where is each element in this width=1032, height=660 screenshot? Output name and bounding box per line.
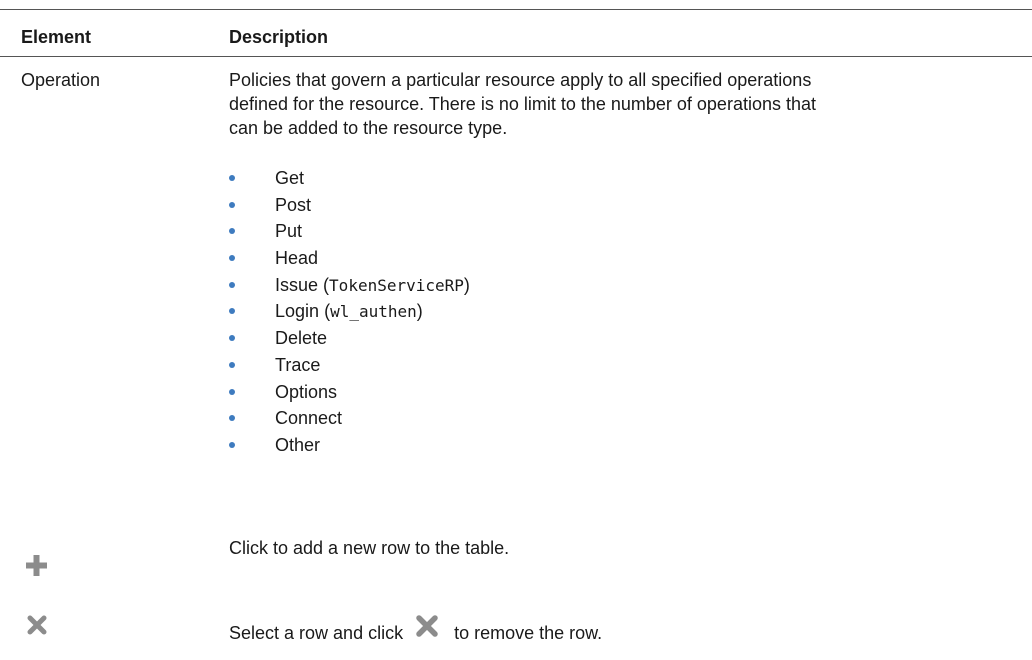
bullet-icon [229, 308, 235, 315]
operation-description-line: defined for the resource. There is no li… [229, 94, 816, 114]
list-item-head: Head [229, 246, 470, 273]
table-top-rule [0, 9, 1032, 10]
operation-label: Options [275, 381, 338, 402]
operation-description-line: can be added to the resource type. [229, 118, 508, 138]
table-header-rule [0, 56, 1032, 57]
bullet-icon [229, 388, 235, 395]
list-item-connect: Connect [229, 406, 470, 433]
operation-label: Get [275, 168, 305, 188]
add-row-description: Click to add a new row to the table. [229, 538, 510, 558]
operation-label: Head [275, 248, 319, 269]
header-element: Element [21, 27, 92, 47]
operation-label: Other [275, 434, 321, 455]
operation-code-wrap: (wl_authen) [324, 301, 423, 322]
list-item-put: Put [229, 219, 470, 246]
bullet-icon [229, 255, 235, 262]
x-icon [416, 615, 438, 637]
bullet-icon [229, 361, 235, 368]
operation-label: Issue [275, 274, 319, 295]
list-item-login: Login (wl_authen) [229, 299, 470, 326]
operation-code: wl_authen [330, 302, 417, 322]
operation-code-wrap: (TokenServiceRP) [323, 274, 470, 295]
bullet-icon [229, 201, 235, 208]
list-item-issue: Issue (TokenServiceRP) [229, 273, 470, 300]
remove-text-after: to remove the row. [454, 623, 603, 643]
list-item-get: Get [229, 166, 470, 193]
operation-label: Trace [275, 354, 321, 375]
operation-label: Login [275, 301, 320, 322]
bullet-icon [229, 175, 235, 181]
list-item-trace: Trace [229, 353, 470, 380]
bullet-icon [229, 415, 235, 422]
list-item-post: Post [229, 193, 470, 220]
bullet-icon [229, 441, 235, 448]
bullet-icon [229, 335, 235, 342]
bullet-icon [229, 281, 235, 288]
operation-description: Policies that govern a particular resour… [229, 68, 1019, 140]
operation-label: Delete [275, 328, 328, 349]
remove-row-description: Select a row and click to remove the row… [229, 605, 602, 645]
remove-text-before: Select a row and click [229, 623, 404, 643]
operation-element-label: Operation [21, 70, 101, 90]
header-description: Description [229, 27, 329, 47]
x-icon [27, 615, 47, 635]
operation-code: TokenServiceRP [329, 275, 464, 295]
bullet-icon [229, 228, 235, 235]
operation-label: Put [275, 221, 303, 242]
operation-label: Connect [275, 408, 343, 429]
list-item-other: Other [229, 433, 470, 460]
plus-icon [26, 555, 47, 576]
operations-list: Get Post Put Head Issue (TokenServiceRP)… [229, 166, 470, 460]
list-item-options: Options [229, 380, 470, 407]
operation-description-line: Policies that govern a particular resour… [229, 70, 812, 90]
operation-label: Post [275, 194, 312, 215]
list-item-delete: Delete [229, 326, 470, 353]
